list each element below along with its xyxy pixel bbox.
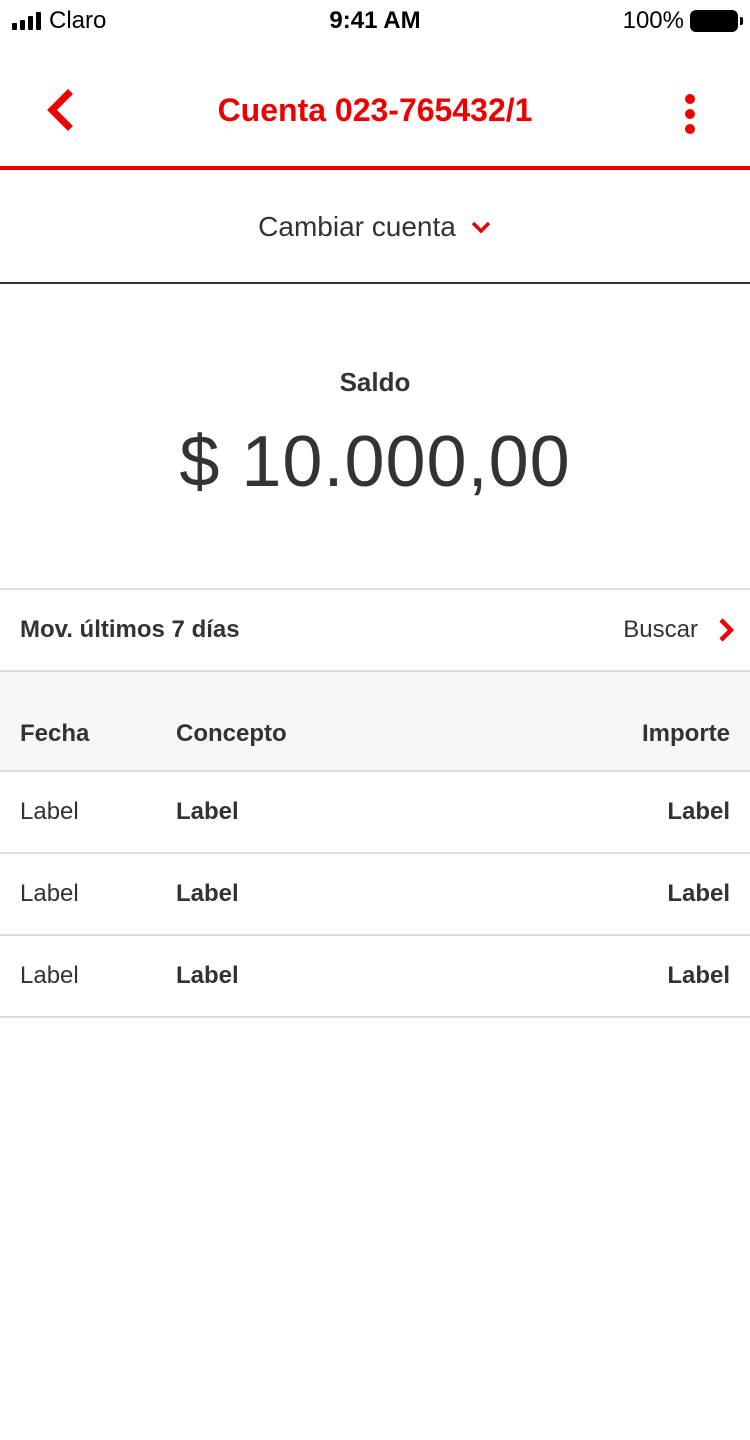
row-amount: Label bbox=[667, 962, 730, 989]
row-date: Label bbox=[20, 962, 79, 989]
header-importe: Importe bbox=[641, 720, 730, 747]
status-bar-right: 100% bbox=[622, 7, 743, 35]
row-concept: Label bbox=[176, 880, 239, 907]
battery-icon bbox=[690, 10, 743, 32]
row-date: Label bbox=[20, 798, 79, 825]
search-label: Buscar bbox=[623, 616, 698, 643]
nav-header: Cuenta 023-765432/1 bbox=[0, 40, 750, 170]
more-options-button[interactable] bbox=[678, 94, 702, 134]
movements-label: Mov. últimos 7 días bbox=[20, 616, 240, 643]
more-vertical-icon bbox=[685, 94, 695, 104]
search-button[interactable]: Buscar bbox=[623, 612, 734, 648]
row-amount: Label bbox=[667, 880, 730, 907]
row-date: Label bbox=[20, 880, 79, 907]
movements-bar: Mov. últimos 7 días Buscar bbox=[0, 588, 750, 672]
change-account-button[interactable]: Cambiar cuenta bbox=[0, 172, 750, 284]
row-concept: Label bbox=[176, 798, 239, 825]
header-fecha: Fecha bbox=[20, 720, 90, 747]
chevron-down-icon bbox=[471, 221, 491, 234]
balance-label: Saldo bbox=[339, 367, 411, 397]
row-amount: Label bbox=[667, 798, 730, 825]
table-row[interactable]: Label Label Label bbox=[0, 854, 750, 936]
chevron-right-icon bbox=[719, 618, 734, 642]
row-concept: Label bbox=[176, 962, 239, 989]
balance-amount: $ 10.000,00 bbox=[179, 422, 571, 502]
status-bar: Claro 9:41 AM 100% bbox=[0, 0, 750, 40]
battery-percentage: 100% bbox=[622, 7, 684, 34]
change-account-label: Cambiar cuenta bbox=[258, 211, 456, 242]
table-header: Fecha Concepto Importe bbox=[0, 672, 750, 772]
table-row[interactable]: Label Label Label bbox=[0, 772, 750, 854]
header-concepto: Concepto bbox=[176, 720, 287, 747]
table-row[interactable]: Label Label Label bbox=[0, 936, 750, 1018]
page-title: Cuenta 023-765432/1 bbox=[217, 92, 533, 128]
